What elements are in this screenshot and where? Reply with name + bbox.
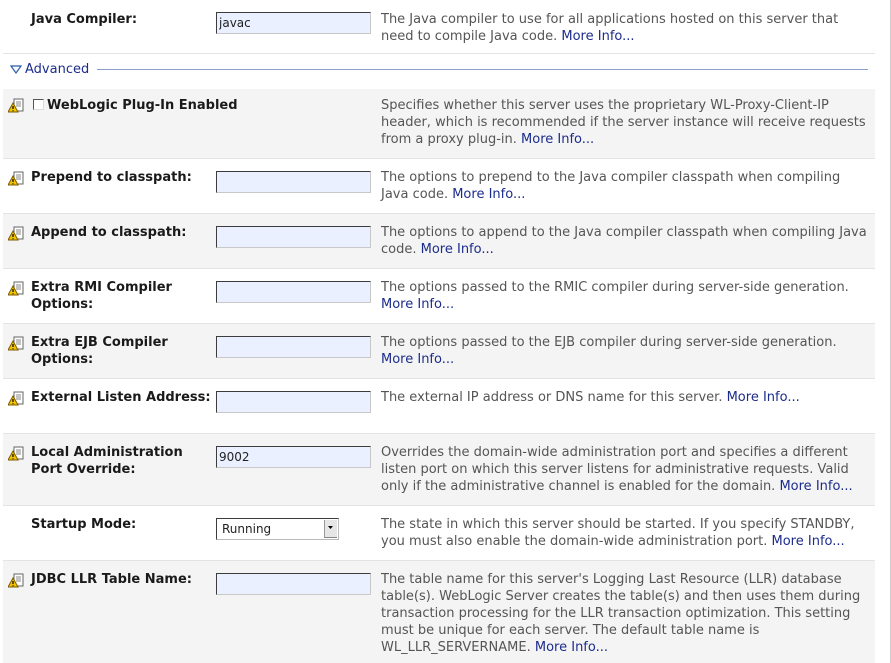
dropdown-button[interactable] — [324, 520, 337, 538]
row-extra-rmi: Extra RMI Compiler Options: The options … — [3, 269, 875, 324]
jdbc-llr-desc-text: The table name for this server's Logging… — [381, 572, 861, 655]
extra-ejb-input[interactable] — [216, 336, 371, 358]
startup-mode-desc: The state in which this server should be… — [381, 516, 869, 550]
local-admin-port-label: Local Administration Port Override: — [31, 445, 183, 477]
jdbc-llr-more-info-link[interactable]: More Info... — [535, 640, 608, 655]
startup-mode-select[interactable]: Running — [216, 518, 339, 540]
weblogic-plugin-checkbox[interactable] — [33, 99, 44, 110]
startup-mode-label: Startup Mode: — [31, 517, 137, 532]
local-admin-port-input[interactable] — [216, 446, 371, 468]
append-classpath-label: Append to classpath: — [31, 225, 187, 240]
extra-rmi-desc: The options passed to the RMIC compiler … — [381, 279, 869, 313]
startup-mode-selected-value: Running — [222, 522, 272, 536]
java-compiler-desc: The Java compiler to use for all applica… — [381, 11, 869, 45]
restart-required-warning-icon — [8, 336, 24, 351]
weblogic-plugin-more-info-link[interactable]: More Info... — [521, 132, 594, 147]
extra-ejb-label: Extra EJB Compiler Options: — [31, 335, 168, 367]
external-listen-desc: The external IP address or DNS name for … — [381, 389, 869, 406]
java-compiler-input[interactable] — [216, 12, 371, 34]
jdbc-llr-label: JDBC LLR Table Name: — [31, 572, 192, 587]
append-classpath-input[interactable] — [216, 226, 371, 248]
advanced-section-divider — [97, 69, 868, 70]
extra-ejb-more-info-link[interactable]: More Info... — [381, 352, 454, 367]
row-startup-mode: Startup Mode: Running The state in which… — [3, 506, 875, 561]
row-jdbc-llr: JDBC LLR Table Name: The table name for … — [3, 561, 875, 663]
row-prepend-classpath: Prepend to classpath: The options to pre… — [3, 159, 875, 214]
restart-required-warning-icon — [8, 171, 24, 186]
prepend-classpath-more-info-link[interactable]: More Info... — [452, 187, 525, 202]
triangle-down-icon — [10, 65, 22, 75]
restart-required-warning-icon — [8, 98, 24, 113]
row-extra-ejb: Extra EJB Compiler Options: The options … — [3, 324, 875, 379]
extra-rmi-label: Extra RMI Compiler Options: — [31, 280, 172, 312]
external-listen-label: External Listen Address: — [31, 390, 211, 405]
advanced-section-label: Advanced — [25, 62, 90, 77]
jdbc-llr-input[interactable] — [216, 573, 371, 595]
restart-required-warning-icon — [8, 391, 24, 406]
java-compiler-label: Java Compiler: — [31, 12, 138, 27]
external-listen-input[interactable] — [216, 391, 371, 413]
row-append-classpath: Append to classpath: The options to appe… — [3, 214, 875, 269]
chevron-down-icon — [328, 526, 333, 529]
java-compiler-more-info-link[interactable]: More Info... — [561, 29, 634, 44]
row-external-listen: External Listen Address: The external IP… — [3, 379, 875, 434]
prepend-classpath-input[interactable] — [216, 171, 371, 193]
row-local-admin-port: Local Administration Port Override: Over… — [3, 434, 875, 506]
append-classpath-more-info-link[interactable]: More Info... — [421, 242, 494, 257]
restart-required-warning-icon — [8, 226, 24, 241]
local-admin-port-desc: Overrides the domain-wide administration… — [381, 444, 869, 495]
row-weblogic-plugin: WebLogic Plug-In Enabled Specifies wheth… — [3, 89, 875, 159]
prepend-classpath-desc-text: The options to prepend to the Java compi… — [381, 170, 841, 202]
row-java-compiler: Java Compiler: The Java compiler to use … — [3, 0, 875, 54]
prepend-classpath-desc: The options to prepend to the Java compi… — [381, 169, 869, 203]
extra-ejb-desc-text: The options passed to the EJB compiler d… — [381, 335, 837, 350]
extra-ejb-desc: The options passed to the EJB compiler d… — [381, 334, 869, 368]
extra-rmi-input[interactable] — [216, 281, 371, 303]
local-admin-port-more-info-link[interactable]: More Info... — [779, 479, 852, 494]
restart-required-warning-icon — [8, 281, 24, 296]
external-listen-more-info-link[interactable]: More Info... — [727, 390, 800, 405]
weblogic-plugin-label: WebLogic Plug-In Enabled — [47, 98, 238, 113]
jdbc-llr-desc: The table name for this server's Logging… — [381, 571, 869, 656]
append-classpath-desc: The options to append to the Java compil… — [381, 224, 869, 258]
restart-required-warning-icon — [8, 446, 24, 461]
external-listen-desc-text: The external IP address or DNS name for … — [381, 390, 723, 405]
weblogic-plugin-desc: Specifies whether this server uses the p… — [381, 97, 869, 148]
prepend-classpath-label: Prepend to classpath: — [31, 170, 192, 185]
extra-rmi-more-info-link[interactable]: More Info... — [381, 297, 454, 312]
extra-rmi-desc-text: The options passed to the RMIC compiler … — [381, 280, 849, 295]
startup-mode-more-info-link[interactable]: More Info... — [772, 534, 845, 549]
restart-required-warning-icon — [8, 573, 24, 588]
weblogic-plugin-desc-text: Specifies whether this server uses the p… — [381, 98, 866, 147]
